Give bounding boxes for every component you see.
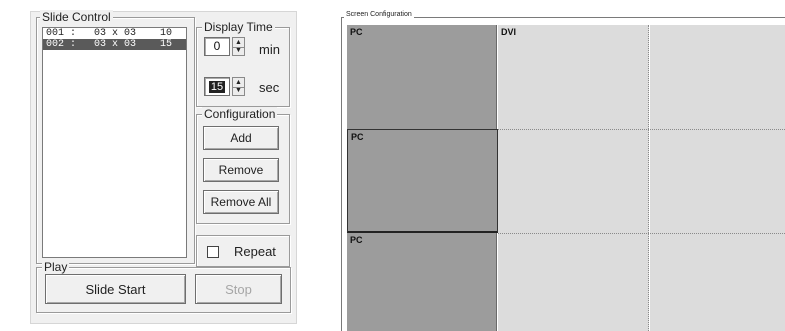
screen-cell-dvi[interactable]: DVI	[498, 25, 649, 129]
remove-all-button[interactable]: Remove All	[203, 190, 279, 214]
screen-cell-pc[interactable]: PC	[347, 129, 498, 233]
repeat-label[interactable]: Repeat	[234, 244, 276, 259]
repeat-checkbox[interactable]	[207, 246, 219, 258]
add-button[interactable]: Add	[203, 126, 279, 150]
screen-cell-pc[interactable]: PC	[347, 25, 497, 129]
seconds-value: 15	[208, 81, 226, 93]
play-legend: Play	[42, 260, 70, 274]
slide-control-legend: Slide Control	[40, 10, 113, 24]
screen-cell-dvi[interactable]	[498, 129, 649, 233]
screen-cell-dvi[interactable]	[498, 233, 649, 331]
spin-down-icon[interactable]: ▼	[233, 47, 244, 56]
screen-cell-dvi[interactable]	[650, 233, 785, 331]
slide-list[interactable]: 001 : 03 x 03 10 002 : 03 x 03 15	[42, 27, 187, 258]
spin-down-icon[interactable]: ▼	[233, 87, 244, 96]
display-time-legend: Display Time	[202, 20, 275, 34]
minutes-input[interactable]: 0	[204, 37, 230, 56]
configuration-legend: Configuration	[202, 107, 278, 121]
slide-start-button[interactable]: Slide Start	[45, 274, 186, 304]
minutes-unit: min	[259, 42, 280, 57]
screen-cell-pc[interactable]: PC	[347, 233, 497, 331]
screen-configuration-legend: Screen Configuration	[344, 10, 414, 19]
screen-cell-dvi[interactable]	[650, 129, 785, 233]
stop-button[interactable]: Stop	[195, 274, 282, 304]
slide-list-item-selected[interactable]: 002 : 03 x 03 15	[43, 39, 186, 50]
seconds-input[interactable]: 15	[204, 77, 230, 96]
slide-list-item[interactable]: 001 : 03 x 03 10	[43, 28, 186, 39]
screen-cell-dvi[interactable]	[650, 25, 785, 129]
minutes-spinner[interactable]: ▲ ▼	[232, 37, 245, 56]
seconds-spinner[interactable]: ▲ ▼	[232, 77, 245, 96]
seconds-unit: sec	[259, 80, 280, 95]
remove-button[interactable]: Remove	[203, 158, 279, 182]
